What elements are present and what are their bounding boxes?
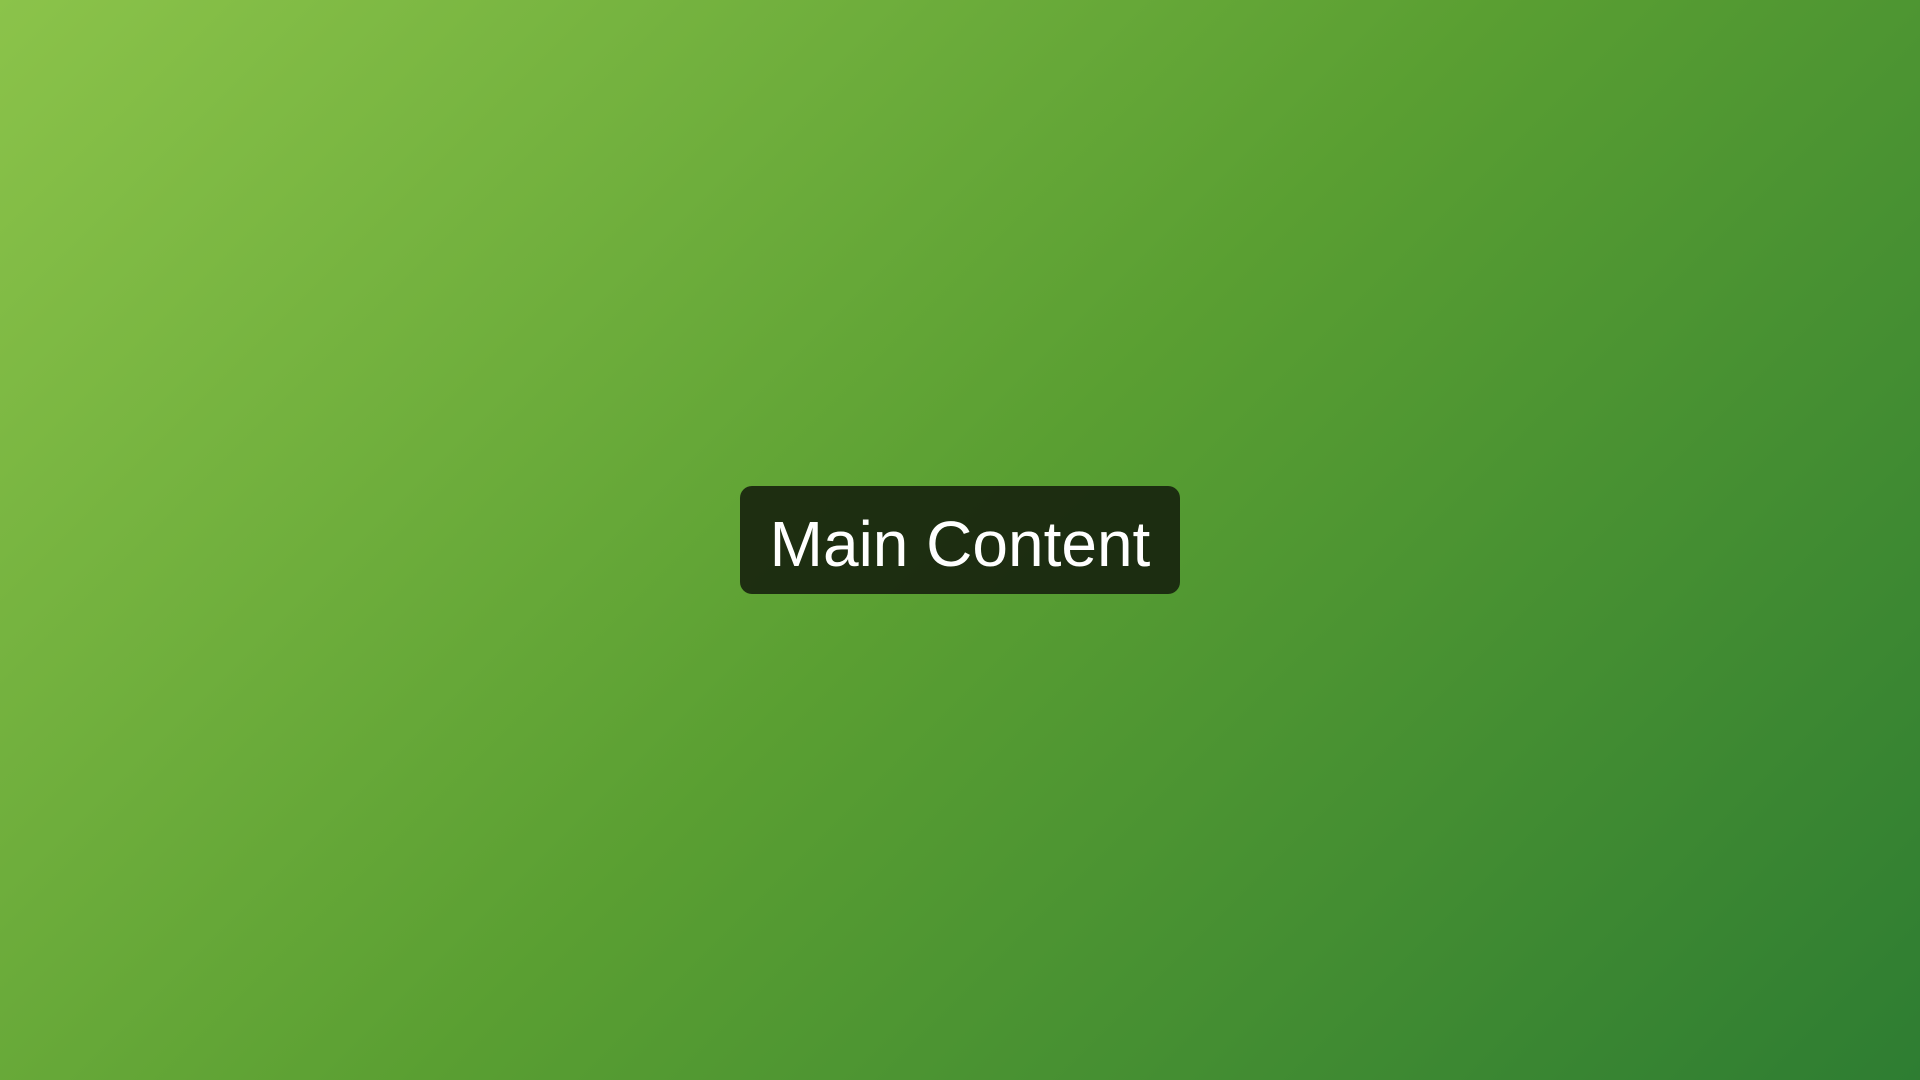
main-content-area: Main Content xyxy=(0,0,1920,1080)
main-content-label: Main Content xyxy=(739,486,1181,594)
